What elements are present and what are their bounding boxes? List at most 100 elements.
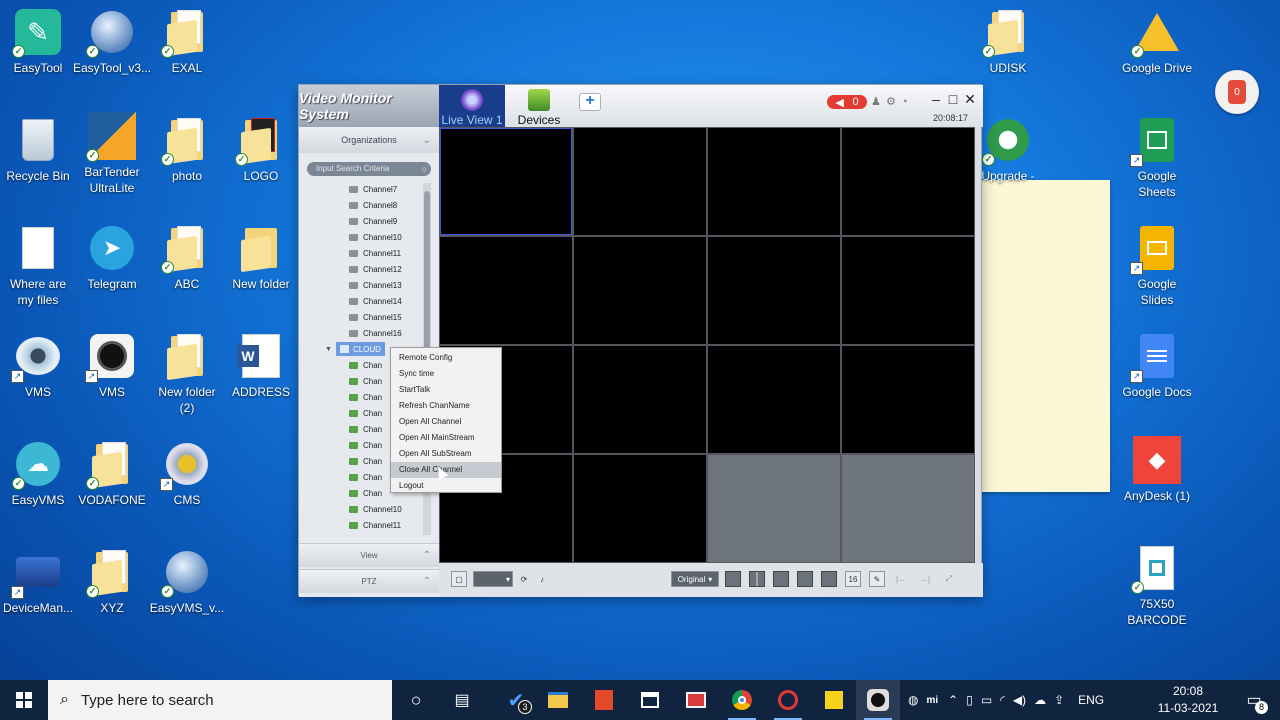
video-cell[interactable] (440, 237, 572, 344)
chevron-up-icon[interactable]: ⌃ (948, 693, 958, 707)
layout-8-button[interactable] (797, 571, 813, 587)
store-icon[interactable] (628, 680, 672, 720)
layout-16-button[interactable]: 16 (845, 571, 861, 587)
notification-widget[interactable]: 0 (1215, 70, 1259, 114)
desktop-icon-devicemanager[interactable]: ↗ DeviceMan... (0, 548, 77, 616)
prev-page-icon[interactable]: |← (893, 571, 909, 587)
desktop-icon-google-slides[interactable]: ↗ Google Slides (1118, 224, 1196, 308)
tree-channel[interactable]: Channel11 (299, 517, 431, 533)
close-button[interactable]: ✕ (963, 91, 977, 108)
video-grid[interactable] (439, 127, 975, 563)
wifi-icon[interactable]: ◜ (1000, 693, 1005, 707)
ptz-panel-header[interactable]: PTZ ⌃ (299, 569, 439, 593)
tree-channel[interactable]: Channel10 (299, 501, 431, 517)
stream-mode-select[interactable]: Original ▾ (671, 571, 719, 587)
desktop-icon-vodafone[interactable]: ✓ VODAFONE (73, 440, 151, 508)
search-input[interactable]: Input Search Criteria ○ (307, 162, 431, 176)
video-cell[interactable] (842, 128, 974, 235)
preset-select[interactable]: ▾ (473, 571, 513, 587)
start-button[interactable] (0, 680, 48, 720)
desktop-icon-vms-1[interactable]: ↗ VMS (0, 332, 77, 400)
layout-6-button[interactable] (773, 571, 789, 587)
todo-icon[interactable]: ✔ 3 (494, 680, 538, 720)
dashboard-icon[interactable]: ◔ (901, 96, 912, 108)
desktop-icon-logo[interactable]: ✓ LOGO (222, 116, 300, 184)
tree-channel[interactable]: Channel13 (299, 277, 431, 293)
cortana-icon[interactable]: ○ (394, 680, 438, 720)
file-explorer-icon[interactable] (536, 680, 580, 720)
organizations-header[interactable]: Organizations ⌄ (299, 127, 439, 153)
vms-window[interactable]: Video Monitor System Live View 1 Devices… (298, 84, 983, 597)
mi-tray-icon[interactable]: mi (926, 695, 938, 706)
desktop-icon-new-folder[interactable]: New folder (222, 224, 300, 292)
layout-1-button[interactable] (725, 571, 741, 587)
context-menu-item[interactable]: StartTalk (391, 382, 501, 398)
context-menu-item[interactable]: Logout (391, 478, 501, 494)
desktop-icon-recycle-bin[interactable]: Recycle Bin (0, 116, 77, 184)
video-cell[interactable] (440, 128, 572, 235)
tree-channel[interactable]: Channel8 (299, 197, 431, 213)
view-panel-header[interactable]: View ⌃ (299, 543, 439, 567)
context-menu-item[interactable]: Open All Channel (391, 414, 501, 430)
video-cell[interactable] (842, 455, 974, 562)
action-center-icon[interactable]: ▭ 8 (1232, 680, 1276, 720)
desktop-icon-easyvms[interactable]: ☁ ✓ EasyVMS (0, 440, 77, 508)
tree-channel[interactable]: Channel11 (299, 245, 431, 261)
gear-icon[interactable]: ⚙ (886, 96, 897, 108)
custom-layout-icon[interactable]: ✎ (869, 571, 885, 587)
desktop-icon-easytool[interactable]: ✎ ✓ EasyTool (0, 8, 77, 76)
office-icon[interactable] (582, 680, 626, 720)
desktop-icon-vms-2[interactable]: ↗ VMS (73, 332, 151, 400)
desktop-icon-google-docs[interactable]: ↗ Google Docs (1118, 332, 1196, 400)
desktop-icon-new-folder-2[interactable]: New folder (2) (148, 332, 226, 416)
maximize-button[interactable]: □ (946, 91, 960, 107)
desktop-icon-bartender[interactable]: ✓ BarTender UltraLite (73, 112, 151, 196)
desktop-icon-barcode[interactable]: ✓ 75X50 BARCODE (1118, 544, 1196, 628)
fullscreen-icon[interactable]: ⤢ (941, 571, 957, 587)
video-cell[interactable] (842, 346, 974, 453)
desktop-icon-cms[interactable]: ↗ CMS (148, 440, 226, 508)
recorder-icon[interactable] (766, 680, 810, 720)
tree-channel[interactable]: Channel15 (299, 309, 431, 325)
volume-icon[interactable]: ◀) (1013, 693, 1026, 707)
context-menu-item[interactable]: Open All MainStream (391, 430, 501, 446)
desktop-icon-where-are-my-files[interactable]: Where are my files (0, 224, 77, 308)
minimize-button[interactable]: – (929, 91, 943, 107)
upload-cloud-icon[interactable]: ⇪ (1054, 693, 1064, 707)
language-indicator[interactable]: ENG (1078, 693, 1104, 707)
taskbar-search[interactable]: ⌕ Type here to search (48, 680, 392, 720)
device-icon[interactable]: ▯ (966, 693, 973, 707)
desktop-icon-udisk[interactable]: ✓ UDISK (969, 8, 1047, 76)
video-cell[interactable] (708, 346, 840, 453)
sticky-note[interactable] (981, 180, 1110, 492)
desktop-icon-exal[interactable]: ✓ EXAL (148, 8, 226, 76)
context-menu-item[interactable]: Remote Config (391, 350, 501, 366)
video-cell[interactable] (574, 237, 706, 344)
video-cell[interactable] (574, 346, 706, 453)
video-cell[interactable] (842, 237, 974, 344)
layout-9-button[interactable] (821, 571, 837, 587)
desktop-icon-easyvms-v[interactable]: ✓ EasyVMS_v... (148, 548, 226, 616)
user-icon[interactable]: ♟ (871, 96, 882, 108)
desktop-icon-easytool-v3[interactable]: ✓ EasyTool_v3... (73, 8, 151, 76)
desktop-icon-google-sheets[interactable]: ↗ Google Sheets (1118, 116, 1196, 200)
tree-channel[interactable]: Channel14 (299, 293, 431, 309)
video-cell[interactable] (708, 237, 840, 344)
chrome-icon[interactable] (720, 680, 764, 720)
video-cell[interactable] (708, 128, 840, 235)
desktop-icon-anydesk[interactable]: ◆ AnyDesk (1) (1118, 436, 1196, 504)
video-cell[interactable] (708, 455, 840, 562)
taskbar-clock[interactable]: 20:08 11-03-2021 (1150, 683, 1226, 717)
title-bar[interactable]: Video Monitor System Live View 1 Devices… (299, 85, 983, 127)
desktop-icon-address[interactable]: W ADDRESS (222, 332, 300, 400)
snapshot-button[interactable]: ▢ (451, 571, 467, 587)
desktop-icon-telegram[interactable]: ➤ Telegram (73, 224, 151, 292)
sticky-notes-icon[interactable] (812, 680, 856, 720)
desktop-icon-abc[interactable]: ✓ ABC (148, 224, 226, 292)
add-tab-button[interactable]: + (579, 93, 601, 111)
app-tray-icon[interactable]: ◍ (908, 693, 918, 707)
tab-live-view[interactable]: Live View 1 (439, 85, 505, 127)
video-cell[interactable] (574, 455, 706, 562)
task-view-icon[interactable]: ▤ (440, 680, 484, 720)
desktop-icon-google-drive[interactable]: ✓ Google Drive (1118, 8, 1196, 76)
